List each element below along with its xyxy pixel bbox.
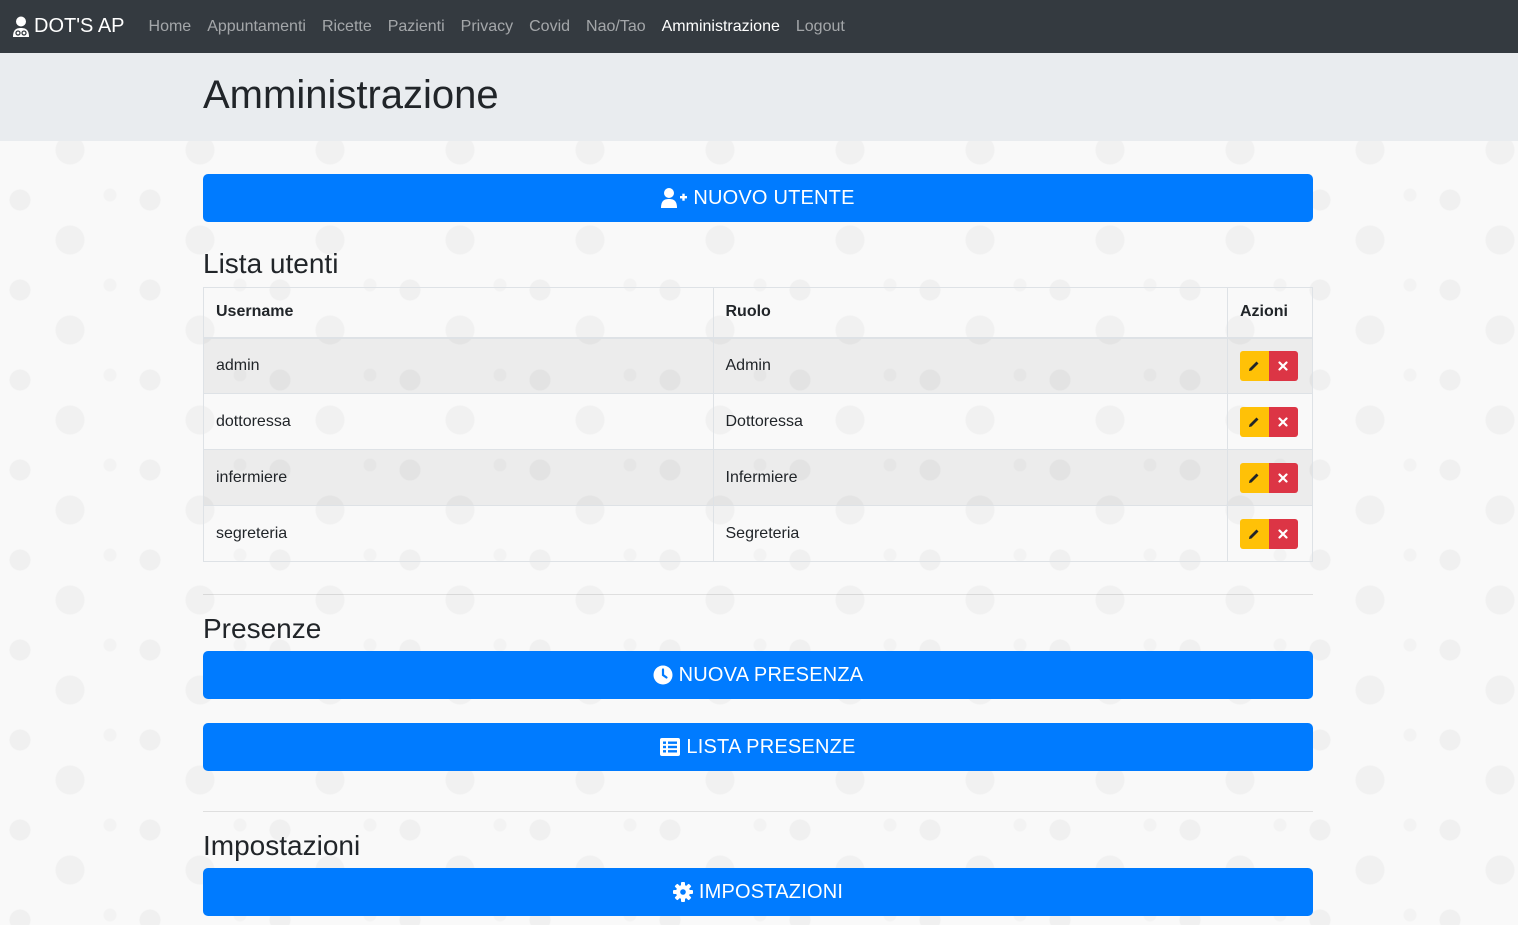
pencil-icon — [1249, 361, 1259, 371]
new-user-button[interactable]: NUOVO UTENTE — [203, 174, 1313, 222]
user-doctor-icon — [12, 16, 30, 38]
nav-logout[interactable]: Logout — [788, 18, 853, 36]
delete-button[interactable] — [1268, 462, 1298, 493]
user-plus-icon — [661, 188, 688, 208]
cell-username: dottoressa — [203, 393, 714, 450]
table-header-row: Username Ruolo Azioni — [203, 287, 1314, 339]
header-username: Username — [203, 287, 714, 339]
edit-button[interactable] — [1239, 462, 1269, 493]
nav-covid[interactable]: Covid — [521, 18, 578, 36]
table-row: infermiere Infermiere — [203, 449, 1314, 506]
new-presence-label: NUOVA PRESENZA — [678, 663, 864, 686]
settings-button[interactable]: IMPOSTAZIONI — [203, 868, 1313, 916]
delete-button[interactable] — [1268, 518, 1298, 549]
navbar: DOT'S AP Home Appuntamenti Ricette Pazie… — [0, 0, 1518, 53]
gear-icon — [672, 882, 693, 902]
nav-nao-tao[interactable]: Nao/Tao — [578, 18, 654, 36]
nav-appuntamenti[interactable]: Appuntamenti — [199, 18, 314, 36]
nav-home[interactable]: Home — [141, 18, 200, 36]
presenze-section-title: Presenze — [203, 613, 322, 644]
clock-icon — [653, 665, 673, 685]
nav-amministrazione[interactable]: Amministrazione — [654, 18, 788, 36]
main-content: NUOVO UTENTE Lista utenti Username Ruolo… — [203, 174, 1314, 916]
delete-button[interactable] — [1268, 406, 1298, 437]
brand[interactable]: DOT'S AP — [12, 15, 125, 38]
new-presence-button[interactable]: NUOVA PRESENZA — [203, 651, 1313, 699]
cell-username: admin — [203, 337, 714, 394]
divider — [203, 811, 1313, 812]
nav-privacy[interactable]: Privacy — [453, 18, 521, 36]
close-icon — [1278, 472, 1289, 483]
list-icon — [660, 738, 681, 756]
list-presence-button[interactable]: LISTA PRESENZE — [203, 723, 1313, 771]
edit-button[interactable] — [1239, 406, 1269, 437]
settings-section-title: Impostazioni — [203, 830, 361, 861]
table-row: admin Admin — [203, 337, 1314, 394]
settings-label: IMPOSTAZIONI — [698, 880, 844, 903]
cell-actions — [1226, 337, 1314, 394]
close-icon — [1278, 361, 1289, 371]
close-icon — [1278, 528, 1289, 539]
brand-label: DOT'S AP — [34, 15, 125, 37]
pencil-icon — [1249, 473, 1259, 483]
table-row: segreteria Segreteria — [203, 505, 1314, 562]
delete-button[interactable] — [1268, 350, 1298, 381]
cell-role: Segreteria — [712, 505, 1228, 562]
users-section-title: Lista utenti — [203, 248, 339, 279]
close-icon — [1278, 416, 1289, 427]
pencil-icon — [1249, 417, 1259, 427]
nav-ricette[interactable]: Ricette — [314, 18, 380, 36]
cell-username: segreteria — [203, 505, 714, 562]
cell-actions — [1226, 393, 1314, 450]
cell-username: infermiere — [203, 449, 714, 506]
cell-role: Infermiere — [712, 449, 1228, 506]
header-actions: Azioni — [1226, 287, 1314, 339]
cell-role: Dottoressa — [712, 393, 1228, 450]
edit-button[interactable] — [1239, 518, 1269, 549]
page-title: Amministrazione — [203, 73, 499, 117]
cell-actions — [1226, 505, 1314, 562]
list-presence-label: LISTA PRESENZE — [686, 735, 856, 758]
new-user-label: NUOVO UTENTE — [693, 186, 855, 209]
header-role: Ruolo — [712, 287, 1228, 339]
nav-pazienti[interactable]: Pazienti — [380, 18, 453, 36]
users-table: Username Ruolo Azioni admin Admin dottor… — [203, 287, 1314, 562]
cell-role: Admin — [712, 337, 1228, 394]
page-header: Amministrazione — [0, 53, 1518, 141]
divider — [203, 594, 1313, 595]
pencil-icon — [1249, 529, 1259, 539]
table-row: dottoressa Dottoressa — [203, 393, 1314, 450]
edit-button[interactable] — [1239, 350, 1269, 381]
cell-actions — [1226, 449, 1314, 506]
